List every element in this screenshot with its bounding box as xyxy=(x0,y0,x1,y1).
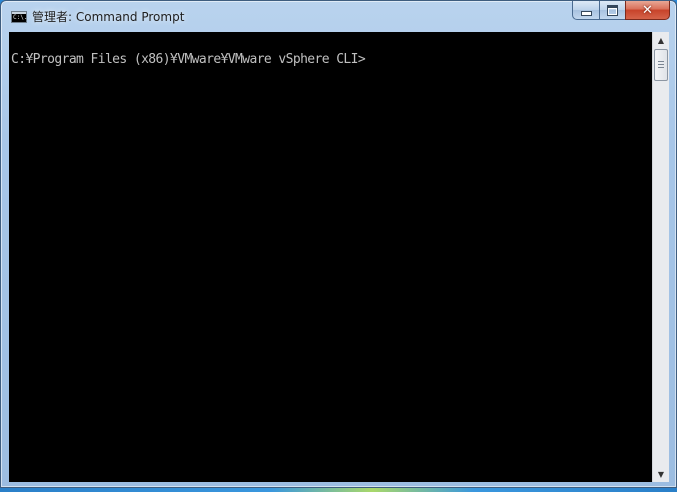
command-prompt-window[interactable]: C:\. 管理者: Command Prompt ✕ C:¥Program Fi… xyxy=(0,0,677,488)
close-button[interactable]: ✕ xyxy=(625,1,670,20)
grip-line xyxy=(658,64,664,65)
minimize-button[interactable] xyxy=(572,1,599,20)
maximize-button[interactable] xyxy=(599,1,625,20)
close-icon: ✕ xyxy=(642,2,653,18)
title-bar[interactable]: C:\. 管理者: Command Prompt ✕ xyxy=(1,1,676,32)
console-prompt-line: C:¥Program Files (x86)¥VMware¥VMware vSp… xyxy=(11,52,366,67)
scroll-up-button[interactable]: ▲ xyxy=(653,32,669,48)
scroll-thumb[interactable] xyxy=(654,49,668,81)
maximize-icon xyxy=(607,4,618,16)
window-title: 管理者: Command Prompt xyxy=(32,10,185,24)
caption-buttons: ✕ xyxy=(572,1,670,20)
grip-line xyxy=(658,67,664,68)
grip-line xyxy=(658,61,664,62)
arrow-up-icon: ▲ xyxy=(657,35,665,45)
minimize-icon xyxy=(580,11,592,16)
desktop: C:\. 管理者: Command Prompt ✕ C:¥Program Fi… xyxy=(0,0,677,492)
scroll-down-button[interactable]: ▼ xyxy=(653,466,669,482)
vertical-scrollbar[interactable]: ▲ ▼ xyxy=(652,32,669,482)
console-icon[interactable]: C:\. xyxy=(11,11,27,23)
console-icon-text: C:\. xyxy=(13,14,28,21)
console-output-area[interactable]: C:¥Program Files (x86)¥VMware¥VMware vSp… xyxy=(9,32,652,482)
arrow-down-icon: ▼ xyxy=(657,469,665,479)
